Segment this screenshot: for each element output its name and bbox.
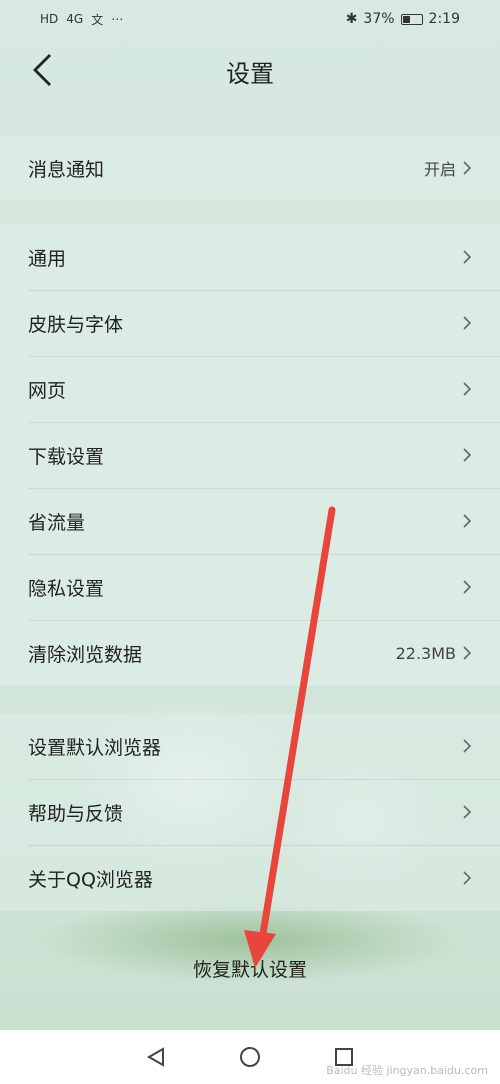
settings-group-notifications: 消息通知 开启 bbox=[0, 135, 500, 201]
settings-item-value: 开启 bbox=[423, 160, 456, 179]
settings-item-webpage[interactable]: 网页 bbox=[0, 356, 500, 422]
reset-defaults-label: 恢复默认设置 bbox=[192, 958, 307, 981]
settings-item-about[interactable]: 关于QQ浏览器 bbox=[0, 845, 500, 911]
settings-item-value: 22.3MB bbox=[395, 643, 456, 663]
nav-home-icon[interactable] bbox=[238, 1045, 262, 1069]
settings-item-download[interactable]: 下载设置 bbox=[0, 422, 500, 488]
settings-item-data-saver[interactable]: 省流量 bbox=[0, 488, 500, 554]
settings-item-label: 清除浏览数据 bbox=[28, 643, 143, 666]
back-button[interactable] bbox=[22, 50, 62, 90]
status-app-icon: 文 bbox=[91, 12, 104, 27]
battery-icon bbox=[400, 13, 423, 25]
battery-percent: 37% bbox=[363, 11, 395, 27]
settings-item-default-browser[interactable]: 设置默认浏览器 bbox=[0, 713, 500, 779]
status-hd: HD bbox=[40, 12, 59, 26]
settings-group-general: 通用 皮肤与字体 网页 下载设置 省流量 隐私设置 清除浏览数据 22.3MB bbox=[0, 224, 500, 686]
bluetooth-icon: ✱ bbox=[345, 11, 358, 27]
chevron-right-icon bbox=[463, 250, 472, 264]
settings-item-notifications[interactable]: 消息通知 开启 bbox=[0, 135, 500, 201]
settings-item-label: 消息通知 bbox=[28, 158, 105, 181]
watermark: Baidu 经验 jingyan.baidu.com bbox=[326, 1064, 488, 1077]
chevron-right-icon bbox=[463, 316, 472, 330]
settings-item-privacy[interactable]: 隐私设置 bbox=[0, 554, 500, 620]
chevron-right-icon bbox=[463, 739, 472, 753]
chevron-right-icon bbox=[463, 871, 472, 885]
status-bar: HD 4G 文 ⋯ ✱ 37% 2:19 bbox=[0, 0, 500, 38]
settings-item-general[interactable]: 通用 bbox=[0, 224, 500, 290]
status-more-icon: ⋯ bbox=[111, 12, 124, 26]
settings-item-skin-font[interactable]: 皮肤与字体 bbox=[0, 290, 500, 356]
chevron-right-icon bbox=[463, 161, 472, 175]
chevron-right-icon bbox=[463, 646, 472, 660]
settings-item-label: 隐私设置 bbox=[28, 577, 105, 600]
chevron-right-icon bbox=[463, 805, 472, 819]
settings-item-label: 皮肤与字体 bbox=[28, 313, 124, 336]
settings-item-label: 下载设置 bbox=[28, 445, 105, 468]
settings-item-label: 网页 bbox=[28, 379, 67, 402]
page-title: 设置 bbox=[226, 59, 274, 88]
settings-item-label: 省流量 bbox=[28, 511, 86, 534]
nav-back-icon[interactable] bbox=[145, 1046, 167, 1068]
reset-defaults-button[interactable]: 恢复默认设置 bbox=[0, 935, 500, 1001]
chevron-right-icon bbox=[463, 382, 472, 396]
settings-item-clear-data[interactable]: 清除浏览数据 22.3MB bbox=[0, 620, 500, 686]
status-signal: 4G bbox=[66, 12, 84, 26]
system-nav-bar: Baidu 经验 jingyan.baidu.com bbox=[0, 1030, 500, 1084]
settings-item-label: 关于QQ浏览器 bbox=[28, 868, 153, 891]
settings-item-label: 通用 bbox=[28, 247, 67, 270]
chevron-right-icon bbox=[463, 448, 472, 462]
settings-item-label: 设置默认浏览器 bbox=[28, 736, 162, 759]
chevron-right-icon bbox=[463, 580, 472, 594]
chevron-right-icon bbox=[463, 514, 472, 528]
settings-group-about: 设置默认浏览器 帮助与反馈 关于QQ浏览器 bbox=[0, 713, 500, 911]
top-bar: 设置 bbox=[0, 38, 500, 104]
back-arrow-icon bbox=[33, 54, 51, 86]
settings-item-label: 帮助与反馈 bbox=[28, 802, 124, 825]
status-time: 2:19 bbox=[428, 11, 460, 27]
settings-item-help-feedback[interactable]: 帮助与反馈 bbox=[0, 779, 500, 845]
